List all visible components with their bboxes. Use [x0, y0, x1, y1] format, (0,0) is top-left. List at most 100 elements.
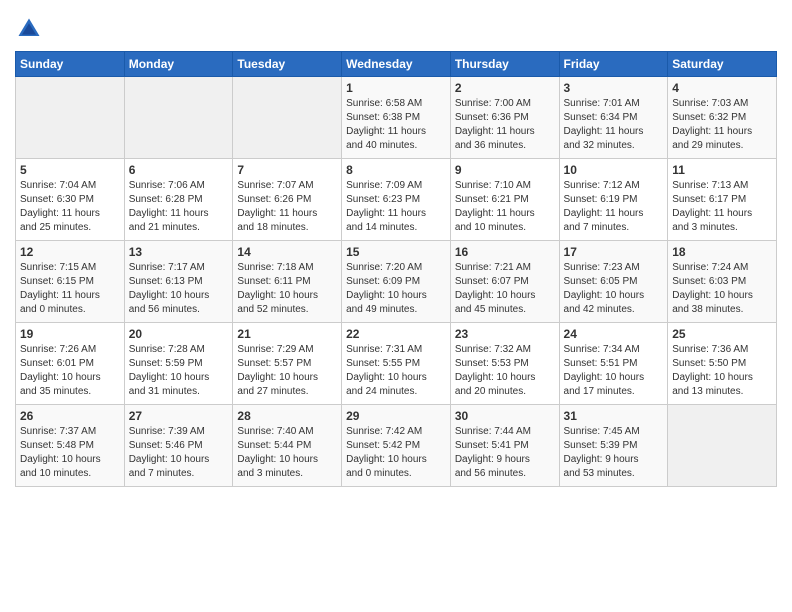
day-info: Sunrise: 7:28 AM Sunset: 5:59 PM Dayligh… — [129, 343, 229, 399]
calendar-cell: 14 Sunrise: 7:18 AM Sunset: 6:11 PM Dayli… — [233, 241, 342, 323]
calendar-cell — [233, 77, 342, 159]
day-number: 2 — [455, 81, 555, 95]
day-number: 11 — [672, 163, 772, 177]
day-number: 15 — [346, 245, 446, 259]
calendar-cell: 21Sunrise: 7:29 AM Sunset: 5:57 PM Dayli… — [233, 323, 342, 405]
calendar-cell: 13Sunrise: 7:17 AM Sunset: 6:13 PM Dayli… — [124, 241, 233, 323]
day-info: Sunrise: 7:45 AM Sunset: 5:39 PM Dayligh… — [564, 425, 664, 481]
day-info: Sunrise: 7:01 AM Sunset: 6:34 PM Dayligh… — [564, 97, 664, 153]
day-number: 3 — [564, 81, 664, 95]
day-number: 29 — [346, 409, 446, 423]
day-number: 30 — [455, 409, 555, 423]
day-number: 24 — [564, 327, 664, 341]
calendar-cell: 27 Sunrise: 7:39 AM Sunset: 5:46 PM Dayli… — [124, 405, 233, 487]
day-info: Sunrise: 7:39 AM Sunset: 5:46 PM Dayligh… — [129, 425, 229, 481]
day-info: Sunrise: 7:36 AM Sunset: 5:50 PM Dayligh… — [672, 343, 772, 399]
day-info: Sunrise: 7:07 AM Sunset: 6:26 PM Dayligh… — [237, 179, 337, 235]
weekday-header-monday: Monday — [124, 52, 233, 77]
calendar-header: SundayMondayTuesdayWednesdayThursdayFrid… — [16, 52, 777, 77]
calendar-cell: 26 Sunrise: 7:37 AM Sunset: 5:48 PM Dayli… — [16, 405, 125, 487]
calendar-cell: 17Sunrise: 7:23 AM Sunset: 6:05 PM Dayli… — [559, 241, 668, 323]
calendar-week-5: 26 Sunrise: 7:37 AM Sunset: 5:48 PM Dayli… — [16, 405, 777, 487]
calendar-week-1: 1 Sunrise: 6:58 AM Sunset: 6:38 PM Daylig… — [16, 77, 777, 159]
calendar-cell: 7 Sunrise: 7:07 AM Sunset: 6:26 PM Daylig… — [233, 159, 342, 241]
calendar-body: 1 Sunrise: 6:58 AM Sunset: 6:38 PM Daylig… — [16, 77, 777, 487]
day-number: 5 — [20, 163, 120, 177]
calendar-cell — [16, 77, 125, 159]
day-number: 27 — [129, 409, 229, 423]
day-number: 26 — [20, 409, 120, 423]
day-number: 4 — [672, 81, 772, 95]
calendar-cell: 4 Sunrise: 7:03 AM Sunset: 6:32 PM Daylig… — [668, 77, 777, 159]
calendar-week-3: 12 Sunrise: 7:15 AM Sunset: 6:15 PM Dayli… — [16, 241, 777, 323]
calendar-cell: 1 Sunrise: 6:58 AM Sunset: 6:38 PM Daylig… — [342, 77, 451, 159]
day-number: 16 — [455, 245, 555, 259]
day-info: Sunrise: 7:42 AM Sunset: 5:42 PM Dayligh… — [346, 425, 446, 481]
calendar-cell: 10 Sunrise: 7:12 AM Sunset: 6:19 PM Dayli… — [559, 159, 668, 241]
day-number: 25 — [672, 327, 772, 341]
day-number: 6 — [129, 163, 229, 177]
day-info: Sunrise: 7:40 AM Sunset: 5:44 PM Dayligh… — [237, 425, 337, 481]
calendar-cell: 6 Sunrise: 7:06 AM Sunset: 6:28 PM Daylig… — [124, 159, 233, 241]
calendar-week-4: 19 Sunrise: 7:26 AM Sunset: 6:01 PM Dayli… — [16, 323, 777, 405]
day-info: Sunrise: 7:09 AM Sunset: 6:23 PM Dayligh… — [346, 179, 446, 235]
day-info: Sunrise: 7:15 AM Sunset: 6:15 PM Dayligh… — [20, 261, 120, 317]
day-number: 8 — [346, 163, 446, 177]
day-info: Sunrise: 7:32 AM Sunset: 5:53 PM Dayligh… — [455, 343, 555, 399]
calendar-cell: 12 Sunrise: 7:15 AM Sunset: 6:15 PM Dayli… — [16, 241, 125, 323]
weekday-header-wednesday: Wednesday — [342, 52, 451, 77]
day-info: Sunrise: 7:29 AM Sunset: 5:57 PM Dayligh… — [237, 343, 337, 399]
calendar: SundayMondayTuesdayWednesdayThursdayFrid… — [15, 51, 777, 487]
calendar-cell: 25 Sunrise: 7:36 AM Sunset: 5:50 PM Dayli… — [668, 323, 777, 405]
day-info: Sunrise: 7:37 AM Sunset: 5:48 PM Dayligh… — [20, 425, 120, 481]
weekday-header-thursday: Thursday — [450, 52, 559, 77]
day-info: Sunrise: 7:44 AM Sunset: 5:41 PM Dayligh… — [455, 425, 555, 481]
day-number: 1 — [346, 81, 446, 95]
day-info: Sunrise: 7:17 AM Sunset: 6:13 PM Dayligh… — [129, 261, 229, 317]
calendar-week-2: 5 Sunrise: 7:04 AM Sunset: 6:30 PM Daylig… — [16, 159, 777, 241]
day-info: Sunrise: 7:24 AM Sunset: 6:03 PM Dayligh… — [672, 261, 772, 317]
calendar-cell: 3 Sunrise: 7:01 AM Sunset: 6:34 PM Daylig… — [559, 77, 668, 159]
day-number: 23 — [455, 327, 555, 341]
day-number: 9 — [455, 163, 555, 177]
calendar-cell: 11Sunrise: 7:13 AM Sunset: 6:17 PM Dayli… — [668, 159, 777, 241]
weekday-header-tuesday: Tuesday — [233, 52, 342, 77]
day-number: 10 — [564, 163, 664, 177]
day-info: Sunrise: 7:23 AM Sunset: 6:05 PM Dayligh… — [564, 261, 664, 317]
day-number: 12 — [20, 245, 120, 259]
day-info: Sunrise: 7:03 AM Sunset: 6:32 PM Dayligh… — [672, 97, 772, 153]
calendar-cell: 19 Sunrise: 7:26 AM Sunset: 6:01 PM Dayli… — [16, 323, 125, 405]
calendar-cell: 5 Sunrise: 7:04 AM Sunset: 6:30 PM Daylig… — [16, 159, 125, 241]
day-number: 31 — [564, 409, 664, 423]
day-info: Sunrise: 7:34 AM Sunset: 5:51 PM Dayligh… — [564, 343, 664, 399]
calendar-cell: 9 Sunrise: 7:10 AM Sunset: 6:21 PM Daylig… — [450, 159, 559, 241]
calendar-cell: 29 Sunrise: 7:42 AM Sunset: 5:42 PM Dayli… — [342, 405, 451, 487]
calendar-cell: 16Sunrise: 7:21 AM Sunset: 6:07 PM Dayli… — [450, 241, 559, 323]
logo — [15, 15, 47, 43]
calendar-cell: 31 Sunrise: 7:45 AM Sunset: 5:39 PM Dayli… — [559, 405, 668, 487]
day-info: Sunrise: 7:26 AM Sunset: 6:01 PM Dayligh… — [20, 343, 120, 399]
page-container: SundayMondayTuesdayWednesdayThursdayFrid… — [0, 0, 792, 497]
logo-icon — [15, 15, 43, 43]
calendar-cell: 30 Sunrise: 7:44 AM Sunset: 5:41 PM Dayli… — [450, 405, 559, 487]
day-number: 19 — [20, 327, 120, 341]
calendar-cell: 22Sunrise: 7:31 AM Sunset: 5:55 PM Dayli… — [342, 323, 451, 405]
day-info: Sunrise: 7:00 AM Sunset: 6:36 PM Dayligh… — [455, 97, 555, 153]
day-info: Sunrise: 7:10 AM Sunset: 6:21 PM Dayligh… — [455, 179, 555, 235]
calendar-cell: 23 Sunrise: 7:32 AM Sunset: 5:53 PM Dayli… — [450, 323, 559, 405]
calendar-cell — [124, 77, 233, 159]
day-info: Sunrise: 7:06 AM Sunset: 6:28 PM Dayligh… — [129, 179, 229, 235]
day-number: 14 — [237, 245, 337, 259]
calendar-cell: 24 Sunrise: 7:34 AM Sunset: 5:51 PM Dayli… — [559, 323, 668, 405]
day-info: Sunrise: 7:04 AM Sunset: 6:30 PM Dayligh… — [20, 179, 120, 235]
day-info: Sunrise: 7:18 AM Sunset: 6:11 PM Dayligh… — [237, 261, 337, 317]
calendar-cell: 8 Sunrise: 7:09 AM Sunset: 6:23 PM Daylig… — [342, 159, 451, 241]
day-number: 7 — [237, 163, 337, 177]
calendar-cell: 18Sunrise: 7:24 AM Sunset: 6:03 PM Dayli… — [668, 241, 777, 323]
weekday-header-saturday: Saturday — [668, 52, 777, 77]
day-info: Sunrise: 7:12 AM Sunset: 6:19 PM Dayligh… — [564, 179, 664, 235]
calendar-cell: 15Sunrise: 7:20 AM Sunset: 6:09 PM Dayli… — [342, 241, 451, 323]
day-info: Sunrise: 6:58 AM Sunset: 6:38 PM Dayligh… — [346, 97, 446, 153]
day-number: 20 — [129, 327, 229, 341]
weekday-row: SundayMondayTuesdayWednesdayThursdayFrid… — [16, 52, 777, 77]
